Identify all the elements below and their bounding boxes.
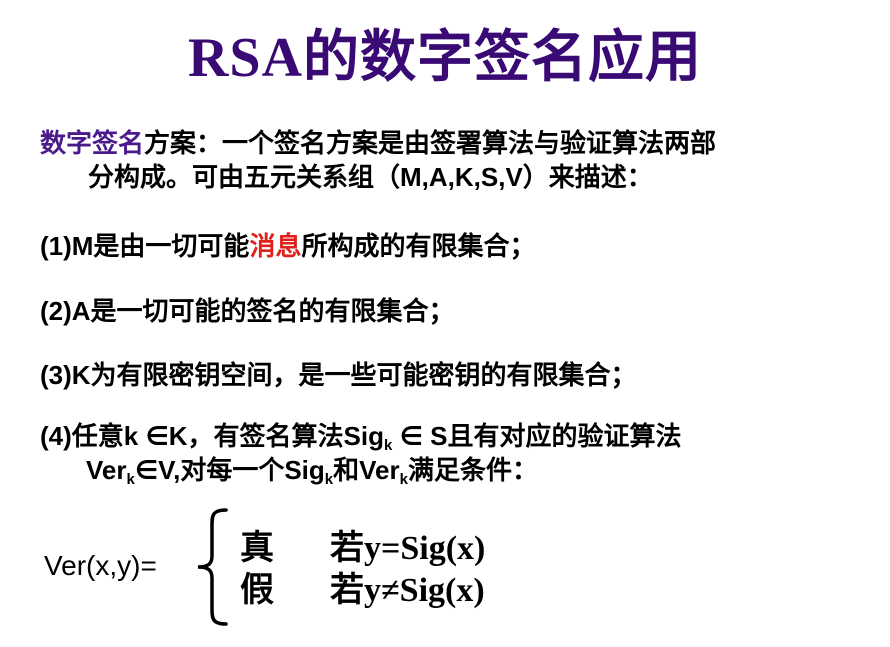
item-4-line2-sub1: k [126,471,135,488]
item-4-line2-c: 和Ver [333,455,400,485]
item-4-line1-a: (4)任意k ∈K，有签名算法Sig [40,421,384,451]
item-2: (2)A是一切可能的签名的有限集合； [40,294,880,328]
item-1-highlight: 消息 [249,231,302,261]
item-3: (3)K为有限密钥空间，是一些可能密钥的有限集合； [40,358,880,392]
formula-label: Ver(x,y)= [44,550,157,581]
slide: RSA的数字签名应用 数字签名方案：一个签名方案是由签署算法与验证算法两部 分构… [0,0,890,647]
item-4-line2-d: 满足条件： [407,455,538,485]
item-1: (1)M是由一切可能消息所构成的有限集合； [40,229,880,263]
slide-title: RSA的数字签名应用 [187,27,703,89]
item-4-line2: Verk∈V,对每一个Sigk和Verk满足条件： [40,453,880,487]
intro-line1: 方案：一个签名方案是由签署算法与验证算法两部 [144,128,717,158]
item-4: (4)任意k ∈K，有签名算法Sigk ∈ S且有对应的验证算法 Verk∈V,… [40,419,880,487]
item-4-line2-a: Ver [86,455,127,485]
left-brace-icon [197,508,228,626]
intro-paragraph: 数字签名方案：一个签名方案是由签署算法与验证算法两部 分构成。可由五元关系组（M… [40,126,880,194]
verification-formula: Ver(x,y)= 真 若y=Sig(x) 假 若y≠Sig(x) [44,506,564,636]
item-3-text: (3)K为有限密钥空间，是一些可能密钥的有限集合； [40,360,637,390]
item-4-line1-b: ∈ S且有对应的验证算法 [392,421,682,451]
intro-line2: 分构成。可由五元关系组（M,A,K,S,V）来描述： [88,162,653,192]
item-1-prefix: (1)M是由一切可能 [40,231,250,261]
item-4-line2-sub3: k [399,471,408,488]
item-4-line2-b: ∈V,对每一个Sig [134,455,325,485]
item-1-suffix: 所构成的有限集合； [301,231,536,261]
case-false-condition: 若y≠Sig(x) [330,572,485,609]
intro-term: 数字签名 [40,128,145,158]
case-false-value: 假 [240,572,274,609]
item-4-line2-sub2: k [324,471,334,488]
item-2-text: (2)A是一切可能的签名的有限集合； [40,296,455,326]
